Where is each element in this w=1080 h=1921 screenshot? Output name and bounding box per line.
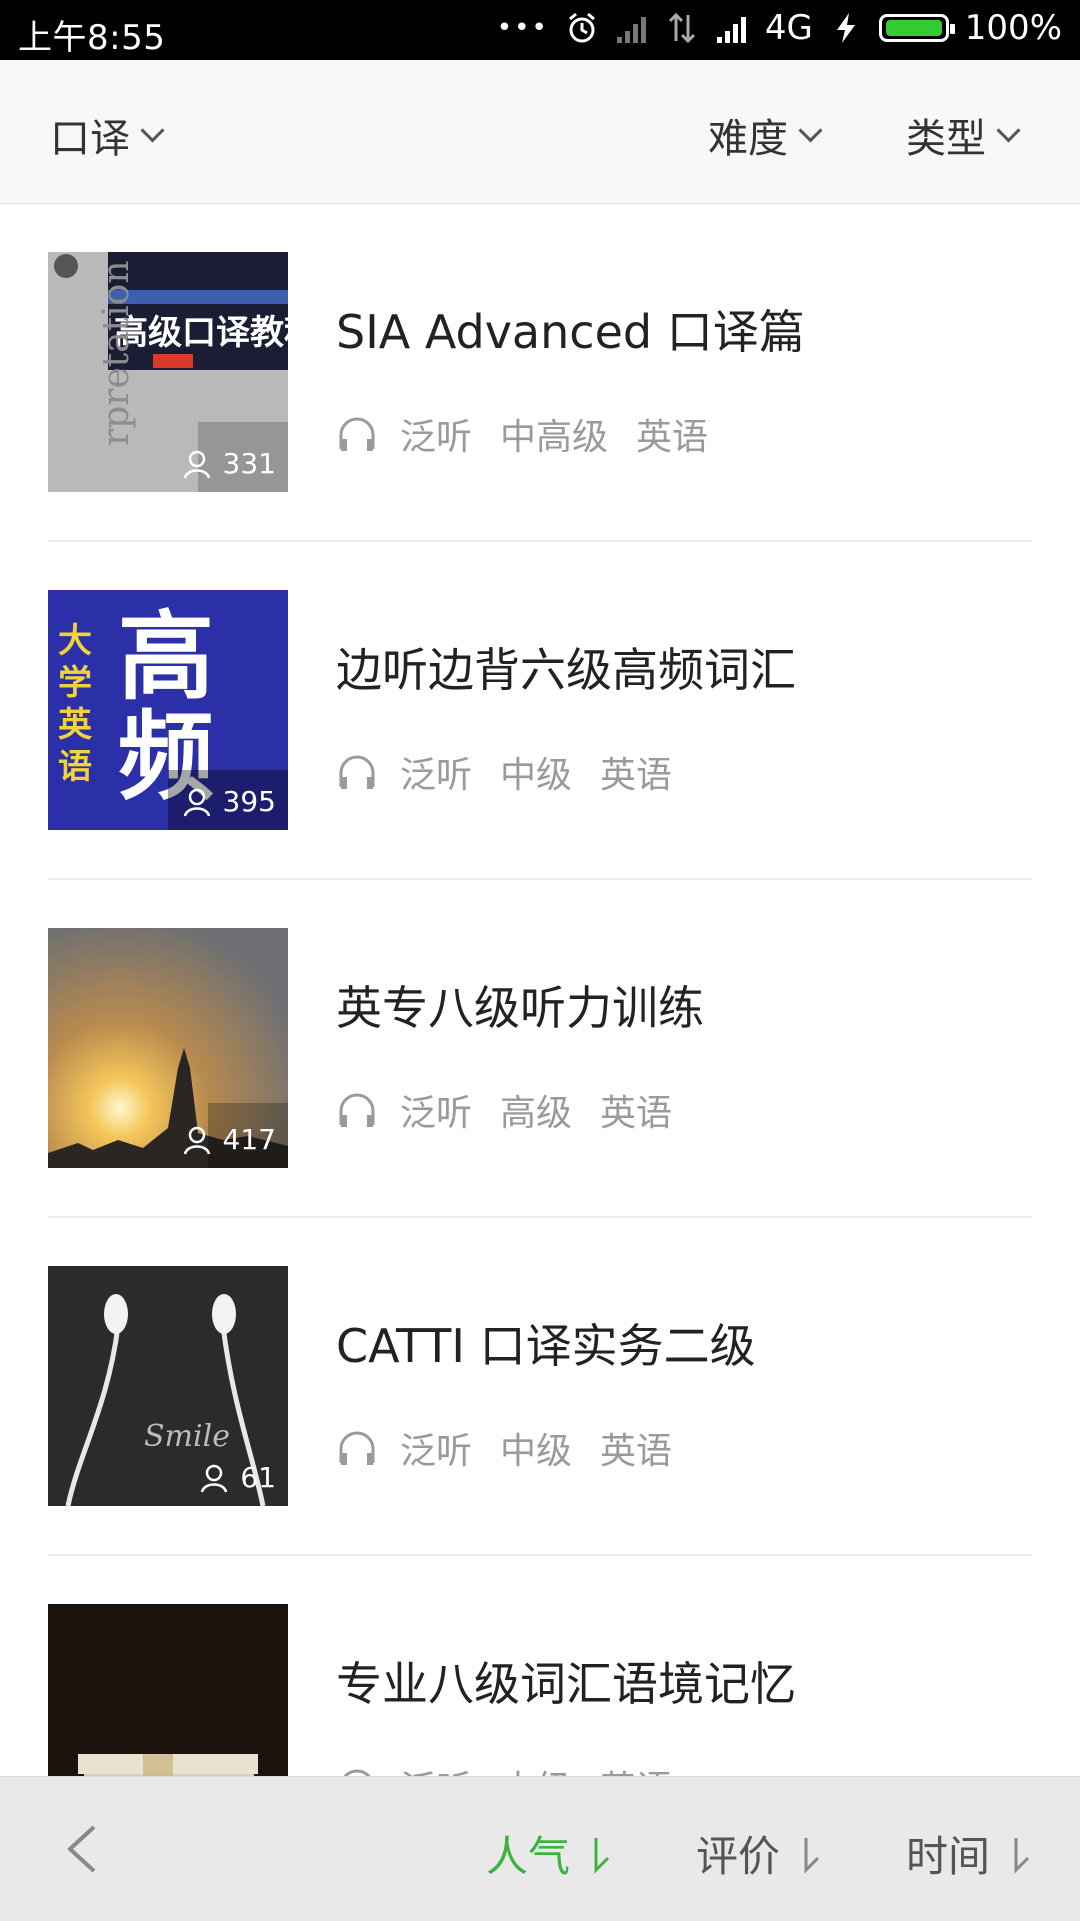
network-type: 4G: [764, 8, 813, 48]
sort-desc-icon: [594, 1837, 610, 1874]
sort-popularity-button[interactable]: 人气: [486, 1823, 614, 1884]
listener-count: 61: [198, 1461, 276, 1494]
user-icon: [183, 1126, 210, 1154]
listener-count-value: 331: [222, 447, 276, 480]
course-title: 专业八级词汇语境记忆: [336, 1657, 796, 1711]
headphones-icon: [339, 1431, 375, 1465]
sort-time-label: 时间: [906, 1832, 991, 1881]
list-item[interactable]: 大 学 英 语 高 频 395 边听边背六级高频词汇 泛听 中级 英语: [0, 542, 1080, 880]
listener-count: 417: [181, 1123, 276, 1156]
sort-time-button[interactable]: 时间: [906, 1823, 1034, 1884]
course-tags: 泛听 中级 英语: [336, 1422, 672, 1474]
list-item[interactable]: 417 英专八级听力训练 泛听 高级 英语: [0, 880, 1080, 1218]
category-filter[interactable]: 口译: [50, 106, 165, 164]
svg-text:学: 学: [58, 663, 92, 703]
difficulty-filter-label: 难度: [708, 116, 788, 162]
signal-strong-icon: [716, 17, 746, 43]
user-icon: [183, 450, 210, 478]
headphones-icon: [339, 417, 375, 451]
course-title: SIA Advanced 口译篇: [336, 305, 805, 359]
status-icons: ••• 4G 100%: [497, 8, 1062, 48]
svg-text:高: 高: [118, 601, 214, 713]
tag-mode: 泛听: [400, 417, 473, 458]
course-cover-image: 大 学 英 语 高 频 395: [48, 590, 288, 830]
headphones-icon: [339, 1093, 375, 1127]
svg-text:高级口译教程: 高级口译教程: [114, 313, 288, 353]
listener-count-value: 417: [222, 1123, 276, 1156]
sort-popularity-label: 人气: [486, 1832, 571, 1881]
course-tags: 泛听 中级 英语: [336, 746, 672, 798]
signal-weak-icon: [616, 17, 646, 43]
user-icon: [201, 1464, 228, 1492]
chevron-down-icon: [996, 117, 1021, 143]
type-filter[interactable]: 类型: [906, 106, 1021, 164]
tag-language: 英语: [600, 1431, 673, 1472]
charging-icon: [836, 13, 855, 43]
svg-text:rpretation: rpretation: [96, 260, 137, 446]
tag-language: 英语: [636, 417, 709, 458]
svg-text:大: 大: [58, 621, 92, 661]
svg-text:Smile: Smile: [144, 1419, 230, 1454]
sort-rating-label: 评价: [696, 1832, 781, 1881]
chevron-down-icon: [140, 117, 165, 143]
tag-language: 英语: [600, 755, 673, 796]
sort-rating-button[interactable]: 评价: [696, 1823, 824, 1884]
headphones-icon: [339, 755, 375, 789]
listener-count: 395: [181, 785, 276, 818]
battery-percent: 100%: [964, 8, 1062, 48]
list-item[interactable]: 高级口译教程 rpretation 331 SIA Advanced 口译篇 泛…: [0, 204, 1080, 542]
listener-count-value: 61: [240, 1461, 276, 1494]
course-title: 边听边背六级高频词汇: [336, 643, 796, 697]
tag-level: 中高级: [500, 417, 609, 458]
course-cover-image: 高级口译教程 rpretation 331: [48, 252, 288, 492]
tag-mode: 泛听: [400, 1431, 473, 1472]
status-bar: 上午8:55 ••• 4G 100%: [0, 0, 1080, 60]
tag-language: 英语: [600, 1093, 673, 1134]
course-tags: 泛听 中高级 英语: [336, 408, 708, 460]
course-cover-image: Smile 61: [48, 1266, 288, 1506]
battery-icon: [878, 14, 955, 42]
sort-bar: 人气 评价 时间: [0, 1776, 1080, 1921]
tag-level: 中级: [500, 755, 573, 796]
sort-desc-icon: [804, 1837, 820, 1874]
svg-text:语: 语: [58, 747, 92, 787]
course-title: CATTI 口译实务二级: [336, 1319, 756, 1373]
tag-level: 中级: [500, 1431, 573, 1472]
svg-text:英: 英: [58, 705, 93, 745]
category-filter-label: 口译: [50, 116, 130, 162]
status-time: 上午8:55: [18, 18, 166, 58]
course-cover-image: 417: [48, 928, 288, 1168]
listener-count: 331: [181, 447, 276, 480]
filter-bar: 口译 难度 类型: [0, 60, 1080, 204]
course-title: 英专八级听力训练: [336, 981, 704, 1035]
user-icon: [183, 788, 210, 816]
sort-desc-icon: [1014, 1837, 1030, 1874]
type-filter-label: 类型: [906, 116, 986, 162]
list-item[interactable]: Smile 61 CATTI 口译实务二级 泛听 中级 英语: [0, 1218, 1080, 1556]
listener-count-value: 395: [222, 785, 276, 818]
tag-level: 高级: [500, 1093, 573, 1134]
more-notifications-icon: •••: [496, 13, 549, 43]
course-tags: 泛听 高级 英语: [336, 1084, 672, 1136]
data-transfer-icon: [668, 12, 695, 44]
alarm-icon: [568, 12, 595, 43]
chevron-down-icon: [798, 117, 823, 143]
difficulty-filter[interactable]: 难度: [708, 106, 823, 164]
back-arrow-icon[interactable]: [58, 1823, 110, 1875]
tag-mode: 泛听: [400, 755, 473, 796]
tag-mode: 泛听: [400, 1093, 473, 1134]
